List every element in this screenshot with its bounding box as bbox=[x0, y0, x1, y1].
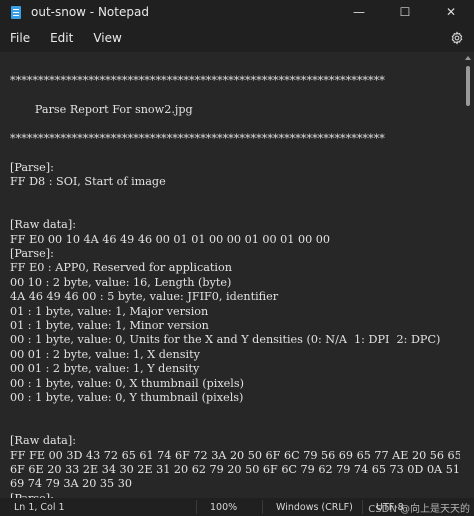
text-line: [Raw data]: bbox=[10, 218, 76, 232]
text-line bbox=[10, 118, 454, 132]
gear-icon[interactable] bbox=[448, 29, 466, 47]
text-line: [Parse]: bbox=[10, 247, 54, 261]
text-line: [Parse]: bbox=[10, 160, 54, 174]
text-line: ****************************************… bbox=[10, 74, 385, 88]
text-line bbox=[10, 190, 454, 204]
text-line: FF D8 : SOI, Start of image bbox=[10, 175, 166, 189]
status-divider bbox=[196, 500, 197, 514]
menu-view[interactable]: View bbox=[83, 31, 131, 45]
text-line: FF E0 00 10 4A 46 49 46 00 01 01 00 00 0… bbox=[10, 232, 330, 246]
editor-text[interactable]: ****************************************… bbox=[10, 60, 474, 498]
status-divider bbox=[262, 500, 263, 514]
text-line: 00 01 : 2 byte, value: 1, Y density bbox=[10, 362, 200, 376]
text-line: Parse Report For snow2.jpg bbox=[10, 103, 193, 117]
text-line: 01 : 1 byte, value: 1, Minor version bbox=[10, 319, 209, 333]
zoom-level: 100% bbox=[210, 502, 238, 513]
notepad-icon bbox=[11, 5, 21, 19]
maximize-button[interactable]: ☐ bbox=[382, 0, 428, 24]
menu-edit[interactable]: Edit bbox=[40, 31, 83, 45]
text-line bbox=[10, 204, 454, 218]
text-line: 00 10 : 2 byte, value: 16, Length (byte) bbox=[10, 275, 232, 289]
watermark: CSDN @向上是天天的 bbox=[368, 504, 470, 515]
close-button[interactable]: ✕ bbox=[428, 0, 474, 24]
line-ending: Windows (CRLF) bbox=[276, 502, 353, 513]
title-bar: out-snow - Notepad — ☐ ✕ bbox=[0, 0, 474, 24]
minimize-button[interactable]: — bbox=[336, 0, 382, 24]
text-line bbox=[10, 146, 454, 160]
text-line: [Raw data]: bbox=[10, 434, 76, 448]
scroll-thumb[interactable] bbox=[466, 66, 470, 106]
menu-bar: File Edit View bbox=[0, 24, 474, 52]
vertical-scrollbar[interactable] bbox=[460, 52, 474, 498]
window-title: out-snow - Notepad bbox=[31, 5, 149, 19]
text-line: FF FE 00 3D 43 72 65 61 74 6F 72 3A 20 5… bbox=[10, 448, 474, 462]
text-line: 01 : 1 byte, value: 1, Major version bbox=[10, 304, 209, 318]
text-line bbox=[10, 405, 454, 419]
text-line: 4A 46 49 46 00 : 5 byte, value: JFIF0, i… bbox=[10, 290, 279, 304]
text-line: 00 : 1 byte, value: 0, Y thumbnail (pixe… bbox=[10, 390, 244, 404]
text-line: FF E0 : APP0, Reserved for application bbox=[10, 261, 232, 275]
text-line bbox=[10, 420, 454, 434]
window-controls: — ☐ ✕ bbox=[336, 0, 474, 24]
status-divider bbox=[362, 500, 363, 514]
cursor-position: Ln 1, Col 1 bbox=[14, 502, 65, 513]
text-line: 69 74 79 3A 20 35 30 bbox=[10, 477, 132, 491]
text-line: 00 01 : 2 byte, value: 1, X density bbox=[10, 347, 200, 361]
text-line: ****************************************… bbox=[10, 131, 385, 145]
scroll-up-icon[interactable] bbox=[465, 56, 471, 60]
text-editor[interactable]: ****************************************… bbox=[0, 52, 474, 498]
text-line bbox=[10, 60, 454, 74]
text-line: 6F 6E 20 33 2E 34 30 2E 31 20 62 79 20 5… bbox=[10, 462, 474, 476]
text-line bbox=[10, 89, 454, 103]
text-line: 00 : 1 byte, value: 0, X thumbnail (pixe… bbox=[10, 376, 244, 390]
text-line: 00 : 1 byte, value: 0, Units for the X a… bbox=[10, 333, 441, 347]
menu-file[interactable]: File bbox=[0, 31, 40, 45]
